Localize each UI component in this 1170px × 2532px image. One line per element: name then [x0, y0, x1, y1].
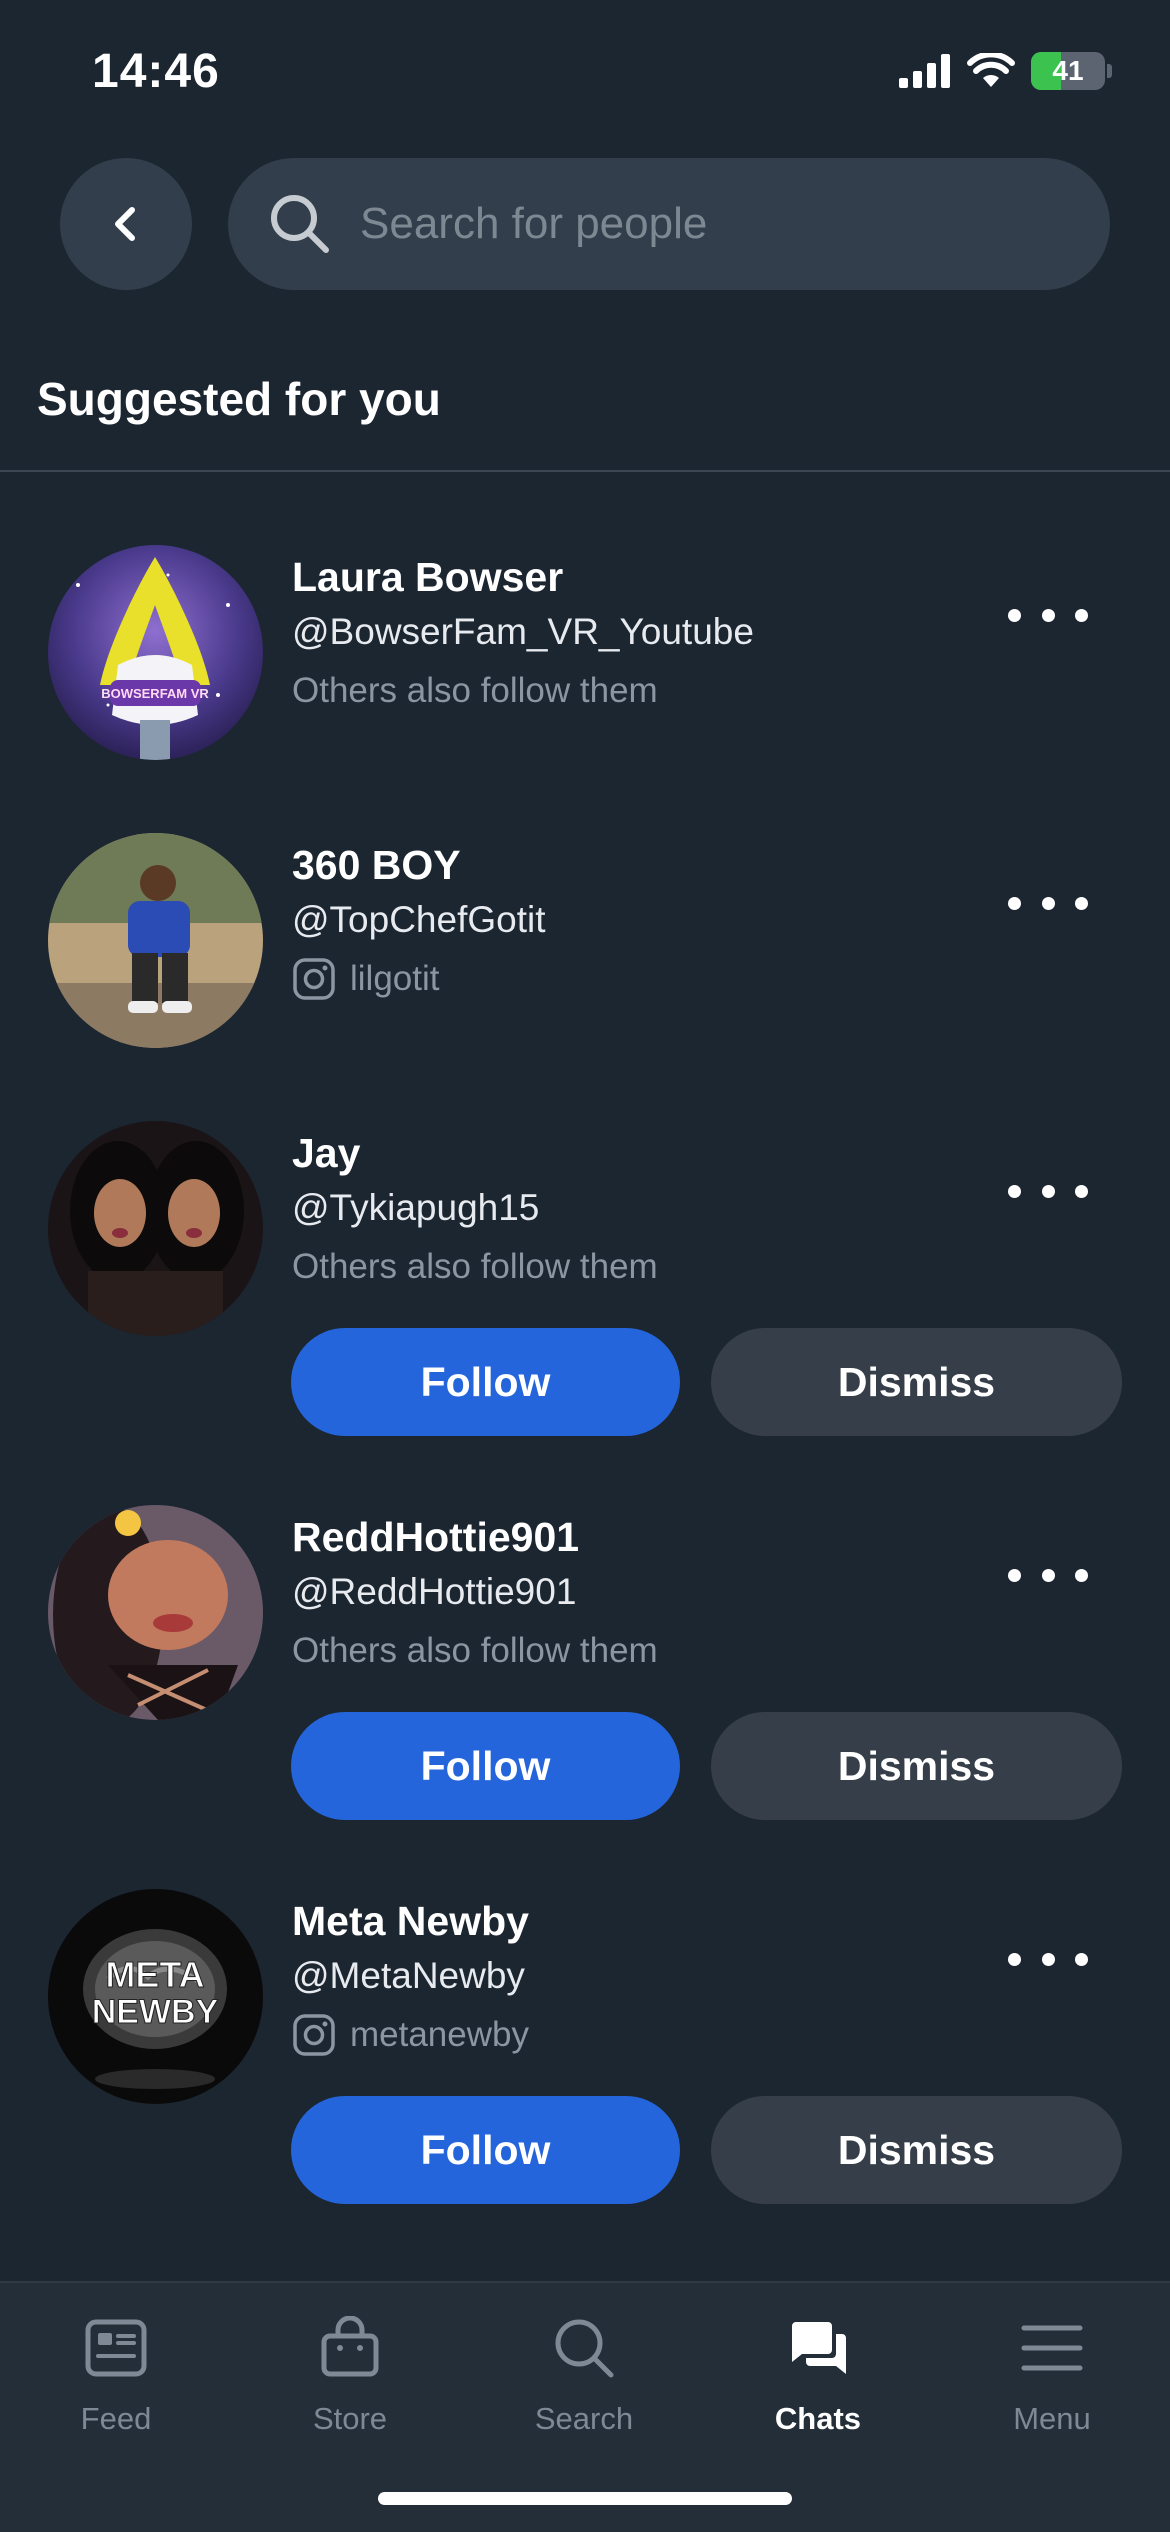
- feed-icon: [81, 2313, 151, 2383]
- store-bag-icon: [315, 2313, 385, 2383]
- instagram-link[interactable]: metanewby: [292, 2004, 529, 2066]
- home-indicator: [378, 2492, 792, 2505]
- top-bar: [60, 158, 1110, 290]
- person-handle: @Tykiapugh15: [292, 1187, 540, 1228]
- avatar[interactable]: META NEWBY: [48, 1889, 263, 2104]
- avatar-image: META NEWBY: [48, 1889, 263, 2104]
- instagram-link[interactable]: lilgotit: [292, 948, 546, 1010]
- tab-label: Feed: [80, 2401, 152, 2436]
- person-name[interactable]: Jay: [292, 1126, 658, 1180]
- dot: [1041, 1952, 1055, 1966]
- avatar[interactable]: [48, 833, 263, 1048]
- dot: [1075, 896, 1088, 910]
- wifi-icon: [967, 53, 1015, 87]
- instagram-icon: [293, 2014, 335, 2056]
- dismiss-button[interactable]: Dismiss: [711, 2096, 1122, 2204]
- person-name[interactable]: Meta Newby: [292, 1894, 529, 1948]
- avatar-label: BOWSERFAM VR: [101, 686, 209, 701]
- dismiss-button[interactable]: Dismiss: [711, 1712, 1122, 1820]
- instagram-username: lilgotit: [350, 959, 440, 998]
- avatar-text-line2: NEWBY: [92, 1993, 219, 2031]
- tab-chats[interactable]: Chats: [728, 2313, 908, 2437]
- avatar[interactable]: [48, 1505, 263, 1720]
- avatar-image: [48, 1121, 263, 1336]
- person-name[interactable]: 360 BOY: [292, 838, 546, 892]
- status-icons: 41: [899, 52, 1112, 90]
- tab-feed[interactable]: Feed: [26, 2313, 206, 2437]
- mutual-text: Others also follow them: [292, 671, 658, 710]
- person-handle: @TopChefGotit: [292, 899, 546, 940]
- search-icon: [549, 2313, 619, 2383]
- section-title: Suggested for you: [37, 373, 441, 425]
- battery-cap: [1107, 64, 1112, 78]
- action-buttons: Follow Dismiss: [291, 2096, 1122, 2204]
- person-name[interactable]: ReddHottie901: [292, 1510, 658, 1564]
- follow-button[interactable]: Follow: [291, 2096, 680, 2204]
- avatar[interactable]: [48, 1121, 263, 1336]
- dot: [1008, 1184, 1021, 1198]
- dot: [1008, 608, 1021, 622]
- person-info: Laura Bowser @BowserFam_VR_Youtube Other…: [292, 550, 754, 722]
- mutual-text: Others also follow them: [292, 1631, 658, 1670]
- follow-button[interactable]: Follow: [291, 1328, 680, 1436]
- dot: [1075, 608, 1088, 622]
- battery-percent: 41: [1052, 55, 1084, 86]
- person-info: ReddHottie901 @ReddHottie901 Others also…: [292, 1510, 658, 1682]
- follow-button[interactable]: Follow: [291, 1712, 680, 1820]
- back-button[interactable]: [60, 158, 192, 290]
- tab-label: Search: [534, 2401, 634, 2436]
- dot: [1008, 896, 1021, 910]
- dot: [1008, 1952, 1021, 1966]
- person-info: Jay @Tykiapugh15 Others also follow them: [292, 1126, 658, 1298]
- instagram-icon: [293, 958, 335, 1000]
- avatar-image: [48, 833, 263, 1048]
- person-info: Meta Newby @MetaNewby metanewby: [292, 1894, 529, 2066]
- chevron-left-icon: [115, 207, 135, 241]
- person-handle: @ReddHottie901: [292, 1571, 577, 1612]
- avatar[interactable]: BOWSERFAM VR: [48, 545, 263, 760]
- dot: [1041, 1568, 1055, 1582]
- person-handle: @BowserFam_VR_Youtube: [292, 611, 754, 652]
- tab-label: Menu: [1013, 2401, 1091, 2436]
- search-input[interactable]: [360, 199, 1060, 249]
- dot: [1075, 1952, 1088, 1966]
- tab-search[interactable]: Search: [494, 2313, 674, 2437]
- action-buttons: Follow Dismiss: [291, 1712, 1122, 1820]
- instagram-username: metanewby: [350, 2015, 529, 2054]
- mutual-text: Others also follow them: [292, 1247, 658, 1286]
- tab-label: Chats: [774, 2401, 862, 2436]
- dot: [1041, 896, 1055, 910]
- more-options-button[interactable]: [1008, 595, 1088, 635]
- battery-icon: 41: [1031, 52, 1112, 90]
- divider: [0, 470, 1170, 472]
- more-options-button[interactable]: [1008, 1939, 1088, 1979]
- battery-body: 41: [1031, 52, 1105, 90]
- dot: [1075, 1184, 1088, 1198]
- menu-icon: [1017, 2313, 1087, 2383]
- more-options-button[interactable]: [1008, 1555, 1088, 1595]
- avatar-image: BOWSERFAM VR: [48, 545, 263, 760]
- dot: [1041, 1184, 1055, 1198]
- tab-menu[interactable]: Menu: [962, 2313, 1142, 2437]
- search-icon: [271, 195, 329, 253]
- tab-label: Store: [312, 2401, 388, 2436]
- more-options-button[interactable]: [1008, 1171, 1088, 1211]
- person-name[interactable]: Laura Bowser: [292, 550, 754, 604]
- dot: [1075, 1568, 1088, 1582]
- dot: [1041, 608, 1055, 622]
- tab-store[interactable]: Store: [260, 2313, 440, 2437]
- action-buttons: Follow Dismiss: [291, 1328, 1122, 1436]
- status-bar: 14:46 41: [0, 0, 1170, 150]
- signal-icon: [899, 54, 950, 88]
- avatar-text-line1: META: [105, 1954, 204, 1995]
- person-info: 360 BOY @TopChefGotit lilgotit: [292, 838, 546, 1010]
- person-handle: @MetaNewby: [292, 1955, 525, 1996]
- status-time: 14:46: [92, 45, 220, 98]
- search-bar[interactable]: [228, 158, 1110, 290]
- dot: [1008, 1568, 1021, 1582]
- more-options-button[interactable]: [1008, 883, 1088, 923]
- avatar-image: [48, 1505, 263, 1720]
- dismiss-button[interactable]: Dismiss: [711, 1328, 1122, 1436]
- chats-icon: [783, 2313, 853, 2383]
